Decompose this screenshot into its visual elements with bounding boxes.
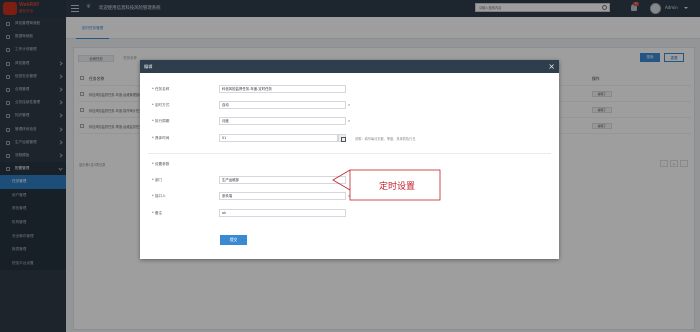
- callout-text: 定时设置: [378, 182, 415, 192]
- callout-pointer: [332, 169, 351, 191]
- callout-annotation: [332, 169, 441, 201]
